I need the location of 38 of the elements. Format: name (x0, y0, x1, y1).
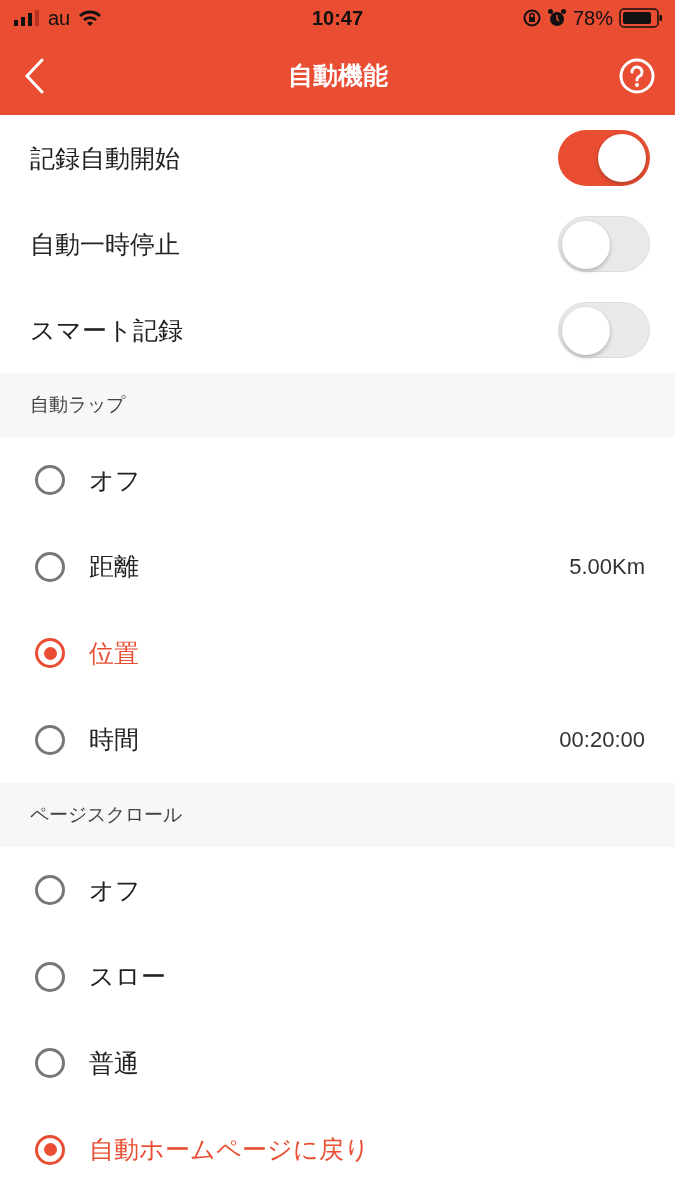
toggle-switch[interactable] (558, 302, 650, 358)
signal-icon (14, 10, 40, 26)
back-button[interactable] (24, 57, 44, 94)
section-header: 自動ラップ (30, 393, 125, 417)
clock-time: 10:47 (311, 6, 364, 30)
setting-label: 記録自動開始 (30, 142, 180, 174)
radio-button[interactable] (35, 551, 65, 582)
radio-button[interactable] (35, 1048, 65, 1079)
option-label[interactable]: 普通 (89, 1046, 139, 1080)
option-label[interactable]: オフ (89, 463, 141, 497)
setting-label: 自動一時停止 (30, 228, 180, 260)
radio-button[interactable] (35, 961, 65, 992)
rotation-lock-icon (522, 9, 541, 27)
radio-button[interactable] (35, 638, 65, 669)
radio-button[interactable] (35, 724, 65, 755)
radio-button[interactable] (35, 875, 65, 906)
setting-label: スマート記録 (30, 314, 183, 346)
option-label[interactable]: 位置 (89, 636, 139, 670)
alarm-icon (546, 8, 567, 28)
option-value: 00:20:00 (559, 726, 645, 753)
help-icon (619, 57, 655, 94)
toggle-switch[interactable] (558, 216, 650, 272)
option-label[interactable]: 自動ホームページに戻り (89, 1133, 370, 1167)
wifi-icon (78, 9, 103, 27)
radio-button[interactable] (35, 465, 65, 496)
help-button[interactable] (619, 57, 655, 94)
carrier-name: au (48, 6, 71, 30)
battery-icon (619, 8, 663, 28)
option-value: 5.00Km (569, 553, 645, 580)
option-label[interactable]: オフ (89, 873, 141, 907)
option-label[interactable]: スロー (89, 960, 166, 994)
screen-title: 自動機能 (287, 60, 388, 91)
toggle-switch[interactable] (558, 130, 650, 186)
option-label[interactable]: 距離 (89, 550, 139, 584)
radio-button[interactable] (35, 1134, 65, 1165)
section-header: ページスクロール (30, 803, 182, 827)
option-label[interactable]: 時間 (89, 723, 139, 757)
battery-percent: 78% (572, 6, 613, 30)
